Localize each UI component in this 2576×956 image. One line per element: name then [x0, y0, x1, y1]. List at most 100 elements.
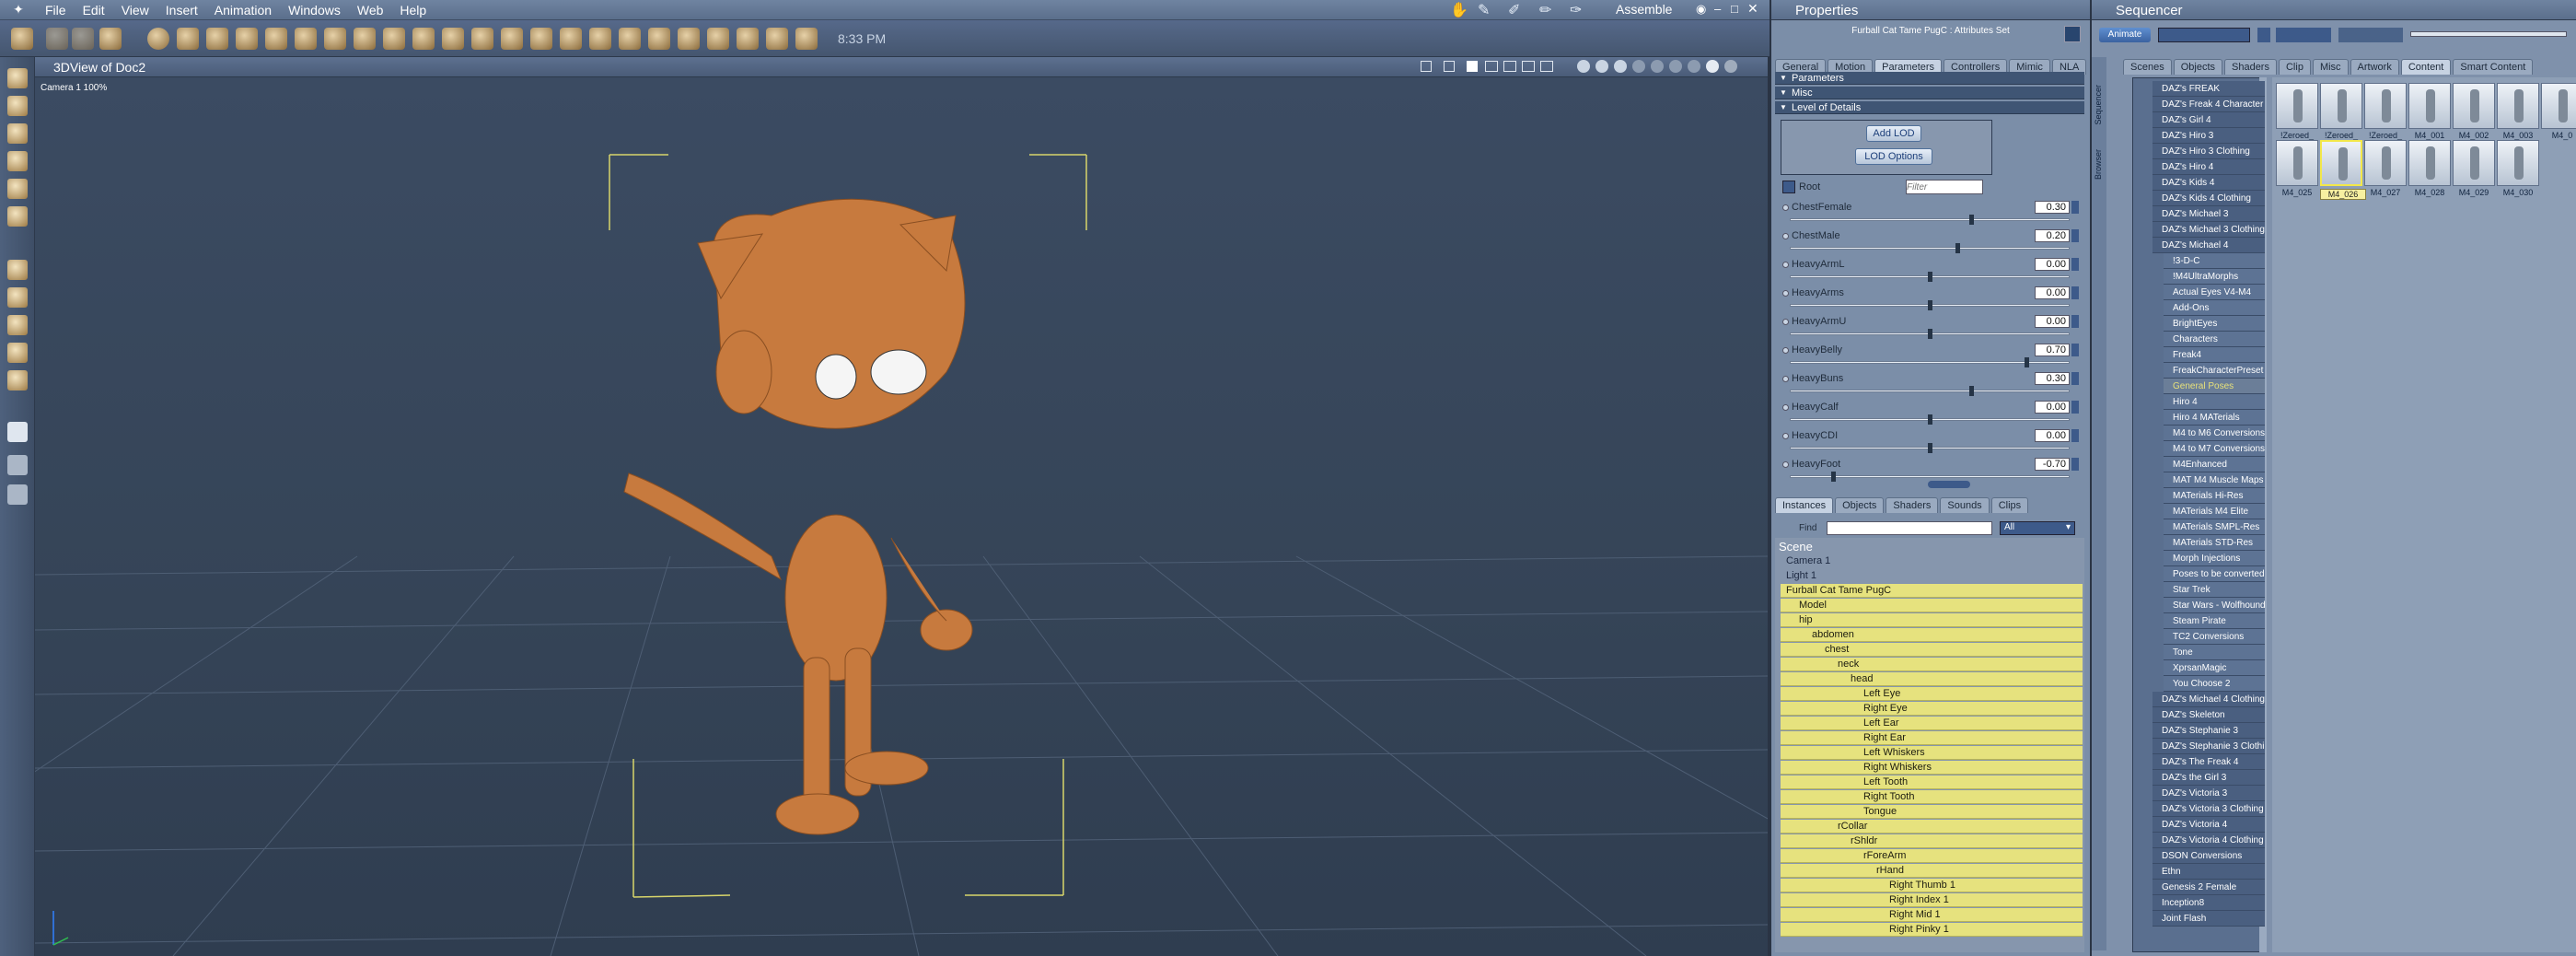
arrow-tool-icon[interactable]: [7, 68, 28, 88]
library-item[interactable]: MATerials STD-Res: [2164, 535, 2265, 551]
dial-spinner-icon[interactable]: [2071, 458, 2079, 471]
dial-spinner-icon[interactable]: [2071, 258, 2079, 271]
render-mode-icon[interactable]: [1724, 60, 1737, 73]
dial-spinner-icon[interactable]: [2071, 372, 2079, 385]
side-tab-sequencer[interactable]: Sequencer: [2094, 85, 2103, 125]
move-tool-icon[interactable]: [7, 96, 28, 116]
library-item[interactable]: DAZ's Michael 3: [2152, 206, 2265, 222]
pose-thumbnail[interactable]: [2453, 83, 2495, 129]
gear-primitive-icon[interactable]: [324, 28, 346, 50]
library-item[interactable]: DAZ's Michael 4 Clothing: [2152, 692, 2265, 707]
dial-value[interactable]: 0.00: [2035, 401, 2070, 414]
dial-value[interactable]: 0.00: [2035, 315, 2070, 328]
library-item[interactable]: DAZ's Kids 4: [2152, 175, 2265, 191]
menu-web[interactable]: Web: [349, 3, 392, 17]
dial-row[interactable]: ChestMale 0.20: [1781, 229, 2083, 258]
hand-primitive-icon[interactable]: [442, 28, 464, 50]
viewport-title[interactable]: 3DView of Doc2: [53, 60, 145, 75]
library-item[interactable]: M4 to M6 Conversions: [2164, 426, 2265, 441]
library-item[interactable]: DAZ's Skeleton: [2152, 707, 2265, 723]
library-item[interactable]: DAZ's Michael 4: [2152, 238, 2265, 253]
library-item[interactable]: Actual Eyes V4-M4: [2164, 285, 2265, 300]
tab-instances[interactable]: Instances: [1775, 497, 1834, 513]
library-item[interactable]: DAZ's Hiro 3: [2152, 128, 2265, 144]
dial-knob[interactable]: [1928, 443, 1932, 453]
pose-thumbnail[interactable]: [2408, 140, 2451, 186]
tree-row[interactable]: chest: [1781, 643, 2083, 657]
library-item[interactable]: DAZ's Kids 4 Clothing: [2152, 191, 2265, 206]
pose-thumbnail[interactable]: [2320, 83, 2362, 129]
dial-dot-icon[interactable]: [1782, 404, 1789, 411]
root-toggle-icon[interactable]: [1782, 181, 1795, 193]
library-item[interactable]: Add-Ons: [2164, 300, 2265, 316]
library-item[interactable]: Genesis 2 Female: [2152, 880, 2265, 895]
dial-spinner-icon[interactable]: [2071, 344, 2079, 356]
pose-thumbnail[interactable]: [2541, 83, 2576, 129]
library-item[interactable]: General Poses: [2164, 379, 2265, 394]
bowl-primitive-icon[interactable]: [619, 28, 641, 50]
dial-dot-icon[interactable]: [1782, 233, 1789, 239]
tab-misc[interactable]: Misc: [2312, 59, 2349, 75]
playback-controls[interactable]: [2158, 28, 2250, 42]
library-item[interactable]: DAZ's The Freak 4: [2152, 754, 2265, 770]
dial-row[interactable]: HeavyArms 0.00: [1781, 286, 2083, 315]
dial-dot-icon[interactable]: [1782, 461, 1789, 468]
library-item[interactable]: TC2 Conversions: [2164, 629, 2265, 645]
find-input[interactable]: [1827, 521, 1992, 535]
dial-track[interactable]: [1790, 218, 2070, 221]
section-level-of-details[interactable]: Level of Details: [1775, 101, 2084, 114]
render-mode-icon[interactable]: [1688, 60, 1700, 73]
cylinder-primitive-icon[interactable]: [177, 28, 199, 50]
library-item[interactable]: MATerials M4 Elite: [2164, 504, 2265, 519]
tab-objects[interactable]: Objects: [1835, 497, 1885, 513]
dial-dot-icon[interactable]: [1782, 433, 1789, 439]
library-item[interactable]: MATerials Hi-Res: [2164, 488, 2265, 504]
camera-tool-icon[interactable]: [7, 422, 28, 442]
dial-spinner-icon[interactable]: [2071, 429, 2079, 442]
dial-dot-icon[interactable]: [1782, 319, 1789, 325]
dial-spinner-icon[interactable]: [2071, 286, 2079, 299]
tab-clips[interactable]: Clips: [1990, 497, 2029, 513]
dial-value[interactable]: -0.70: [2035, 458, 2070, 471]
pencil-icon[interactable]: ✎: [1478, 1, 1490, 19]
library-item[interactable]: DAZ's Stephanie 3: [2152, 723, 2265, 739]
pin-tool-icon[interactable]: [7, 206, 28, 227]
dial-row[interactable]: HeavyBelly 0.70: [1781, 344, 2083, 372]
torus-primitive-icon[interactable]: [265, 28, 287, 50]
target-primitive-icon[interactable]: [795, 28, 818, 50]
layer-tool-icon[interactable]: [7, 370, 28, 391]
dial-knob[interactable]: [1969, 386, 1974, 396]
tree-row[interactable]: Right Mid 1: [1781, 908, 2083, 922]
filter-input[interactable]: [1906, 180, 1983, 194]
dial-value[interactable]: 0.30: [2035, 201, 2070, 214]
library-item[interactable]: Joint Flash: [2152, 911, 2265, 927]
library-item[interactable]: DAZ's Hiro 4: [2152, 159, 2265, 175]
text-primitive-icon[interactable]: [530, 28, 552, 50]
library-item[interactable]: Star Trek: [2164, 582, 2265, 598]
library-item[interactable]: DSON Conversions: [2152, 848, 2265, 864]
tree-row[interactable]: rShldr: [1781, 834, 2083, 848]
library-item[interactable]: DAZ's Stephanie 3 Clothing: [2152, 739, 2265, 754]
dial-row[interactable]: ChestFemale 0.30: [1781, 201, 2083, 229]
minimize-icon[interactable]: –: [1714, 2, 1721, 16]
dial-row[interactable]: HeavyCDI 0.00: [1781, 429, 2083, 458]
library-item[interactable]: DAZ's Freak 4 Character: [2152, 97, 2265, 112]
dial-knob[interactable]: [1928, 414, 1932, 425]
library-item[interactable]: BrightEyes: [2164, 316, 2265, 332]
dial-value[interactable]: 0.00: [2035, 429, 2070, 442]
maximize-icon[interactable]: □: [1731, 2, 1738, 16]
tree-row[interactable]: Right Tooth: [1781, 790, 2083, 804]
pose-thumbnail[interactable]: [2364, 140, 2407, 186]
dial-row[interactable]: HeavyArmL 0.00: [1781, 258, 2083, 286]
pose-thumbnail[interactable]: [2497, 140, 2539, 186]
section-parameters[interactable]: Parameters: [1775, 72, 2084, 85]
library-item[interactable]: M4Enhanced: [2164, 457, 2265, 472]
sparkle-primitive-icon[interactable]: [707, 28, 729, 50]
sphere-primitive-icon[interactable]: [147, 28, 169, 50]
tab-clip[interactable]: Clip: [2278, 59, 2311, 75]
tree-row[interactable]: Left Tooth: [1781, 775, 2083, 789]
cube-primitive-icon[interactable]: [236, 28, 258, 50]
pose-thumbnail[interactable]: [2364, 83, 2407, 129]
tree-row[interactable]: neck: [1781, 658, 2083, 671]
library-item[interactable]: DAZ's Victoria 4 Clothing: [2152, 833, 2265, 848]
